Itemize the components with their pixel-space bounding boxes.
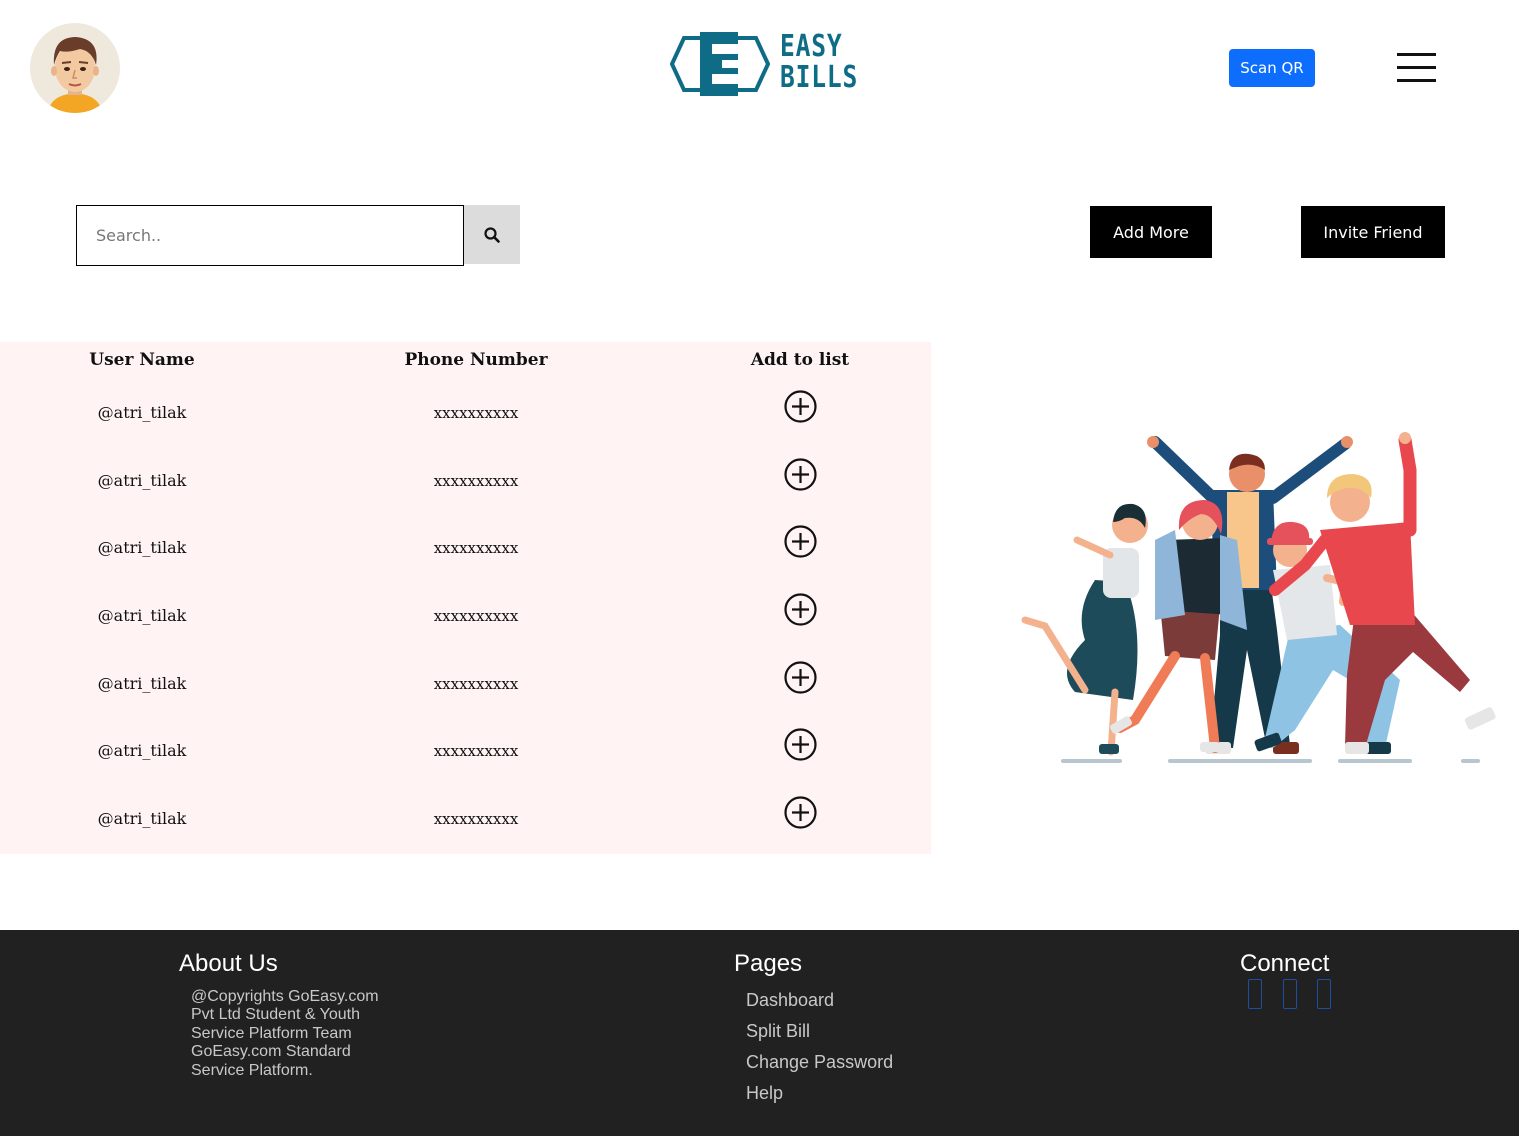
- friends-illustration: [1021, 432, 1496, 763]
- column-header-add-to-list: Add to list: [750, 350, 850, 370]
- user-name-cell: @atri_tilak: [97, 741, 187, 760]
- brand-logo[interactable]: EASY BILLS: [670, 30, 862, 98]
- table-row: @atri_tilak xxxxxxxxxx: [0, 796, 931, 869]
- search-button[interactable]: [464, 205, 520, 264]
- invite-friend-button[interactable]: Invite Friend: [1301, 206, 1445, 258]
- column-header-user-name: User Name: [89, 350, 195, 370]
- user-name-cell: @atri_tilak: [97, 538, 187, 557]
- phone-number-cell: xxxxxxxxxx: [433, 810, 519, 828]
- table-row: @atri_tilak xxxxxxxxxx: [0, 525, 931, 598]
- table-row: @atri_tilak xxxxxxxxxx: [0, 458, 931, 531]
- social-icon[interactable]: [1317, 979, 1331, 1009]
- footer-connect-heading: Connect: [1240, 950, 1330, 977]
- phone-number-cell: xxxxxxxxxx: [433, 675, 519, 693]
- user-name-cell: @atri_tilak: [97, 674, 187, 693]
- social-icon[interactable]: [1283, 979, 1297, 1009]
- plus-circle-icon[interactable]: [784, 458, 817, 491]
- footer-link-split-bill[interactable]: Split Bill: [746, 1021, 810, 1042]
- footer-about-heading: About Us: [179, 950, 278, 977]
- plus-circle-icon[interactable]: [784, 593, 817, 626]
- search-icon: [484, 226, 500, 243]
- scan-qr-button[interactable]: Scan QR: [1229, 49, 1315, 87]
- table-row: @atri_tilak xxxxxxxxxx: [0, 593, 931, 666]
- logo-mark-icon: [670, 32, 770, 96]
- phone-number-cell: xxxxxxxxxx: [433, 539, 519, 557]
- plus-circle-icon[interactable]: [784, 728, 817, 761]
- footer-link-help[interactable]: Help: [746, 1083, 783, 1104]
- table-row: @atri_tilak xxxxxxxxxx: [0, 390, 931, 463]
- phone-number-cell: xxxxxxxxxx: [433, 742, 519, 760]
- footer-link-dashboard[interactable]: Dashboard: [746, 990, 834, 1011]
- logo-text-line2: BILLS: [780, 60, 859, 95]
- user-name-cell: @atri_tilak: [97, 809, 187, 828]
- plus-circle-icon[interactable]: [784, 525, 817, 558]
- footer-about-text: @Copyrights GoEasy.com Pvt Ltd Student &…: [191, 988, 379, 1079]
- social-icon[interactable]: [1248, 979, 1262, 1009]
- plus-circle-icon[interactable]: [784, 390, 817, 423]
- plus-circle-icon[interactable]: [784, 796, 817, 829]
- plus-circle-icon[interactable]: [784, 661, 817, 694]
- table-row: @atri_tilak xxxxxxxxxx: [0, 661, 931, 734]
- phone-number-cell: xxxxxxxxxx: [433, 607, 519, 625]
- user-name-cell: @atri_tilak: [97, 403, 187, 422]
- hamburger-menu-icon[interactable]: [1397, 53, 1437, 85]
- add-more-button[interactable]: Add More: [1090, 206, 1212, 258]
- footer-pages-heading: Pages: [734, 950, 803, 977]
- search-input[interactable]: [77, 206, 463, 265]
- phone-number-cell: xxxxxxxxxx: [433, 472, 519, 490]
- column-header-phone-number: Phone Number: [404, 350, 548, 370]
- phone-number-cell: xxxxxxxxxx: [433, 404, 519, 422]
- search-box: [76, 205, 464, 266]
- footer-link-change-password[interactable]: Change Password: [746, 1052, 893, 1073]
- logo-text-line1: EASY: [780, 29, 843, 64]
- profile-avatar[interactable]: [30, 23, 120, 113]
- user-name-cell: @atri_tilak: [97, 606, 187, 625]
- user-name-cell: @atri_tilak: [97, 471, 187, 490]
- table-row: @atri_tilak xxxxxxxxxx: [0, 728, 931, 801]
